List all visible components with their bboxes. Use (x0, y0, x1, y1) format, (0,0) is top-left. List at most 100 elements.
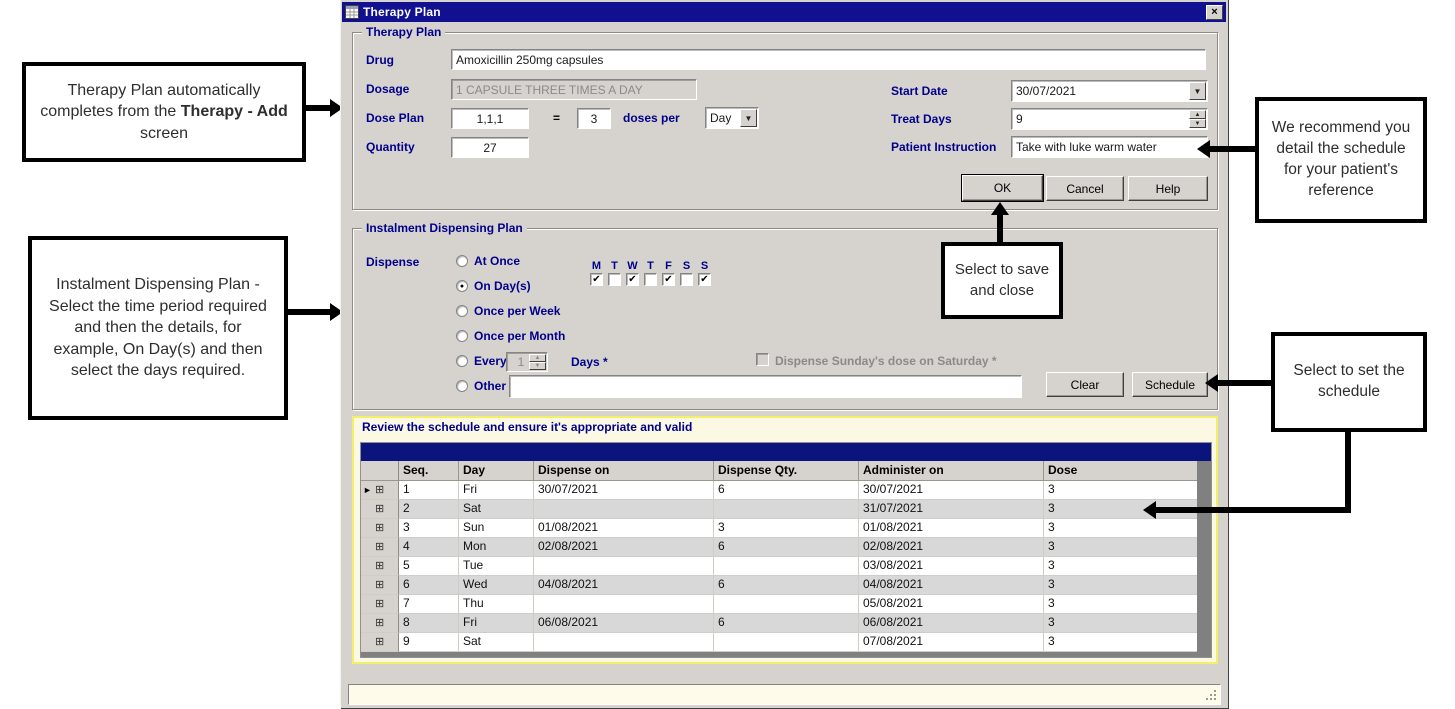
patient-instruction-field[interactable]: Take with luke warm water (1011, 136, 1208, 158)
cell-dispense-qty: 6 (714, 576, 859, 595)
quantity-field[interactable]: 27 (451, 137, 529, 158)
callout-patient-ref-text: We recommend you detail the schedule for… (1267, 118, 1415, 202)
row-selector[interactable]: ⊞ (361, 576, 399, 595)
day-letter: S (698, 260, 711, 272)
day-checkbox-wed[interactable]: ✔ (626, 273, 639, 286)
spin-up-icon: ▲ (529, 354, 546, 362)
expand-icon[interactable]: ⊞ (375, 561, 384, 572)
day-checkbox-sun[interactable]: ✔ (698, 273, 711, 286)
doses-per-label: doses per (623, 111, 680, 125)
day-letter: W (626, 260, 639, 272)
expand-icon[interactable]: ⊞ (375, 523, 384, 534)
cell-seq: 8 (399, 614, 459, 633)
table-row[interactable]: ⊞ 9 Sat 07/08/2021 3 (361, 633, 1197, 652)
day-letters-row: M T W T F S S (590, 260, 711, 272)
close-icon[interactable]: × (1206, 5, 1223, 20)
table-row[interactable]: ⊞ 2 Sat 31/07/2021 3 (361, 500, 1197, 519)
radio-other[interactable] (456, 380, 468, 392)
expand-icon[interactable]: ⊞ (375, 580, 384, 591)
spin-down-icon[interactable]: ▼ (1189, 119, 1206, 128)
other-field[interactable] (509, 375, 1022, 398)
row-selector[interactable]: ⊞ (361, 557, 399, 576)
expand-icon[interactable]: ⊞ (375, 599, 384, 610)
day-letter: F (662, 260, 675, 272)
row-selector[interactable]: ►⊞ (361, 481, 399, 500)
radio-once-per-week[interactable] (456, 305, 468, 317)
row-selector[interactable]: ⊞ (361, 595, 399, 614)
cell-dose: 3 (1044, 538, 1197, 557)
expand-icon[interactable]: ⊞ (375, 637, 384, 648)
expand-icon[interactable]: ⊞ (375, 485, 384, 496)
row-selector[interactable]: ⊞ (361, 614, 399, 633)
cell-day: Sat (459, 500, 534, 519)
day-checkbox-tue[interactable] (608, 273, 621, 286)
grid-header-dispense-qty[interactable]: Dispense Qty. (714, 461, 859, 481)
grid-header-dose[interactable]: Dose (1044, 461, 1197, 481)
resize-grip[interactable] (1205, 689, 1217, 701)
cell-dispense-on (534, 500, 714, 519)
expand-icon[interactable]: ⊞ (375, 504, 384, 515)
chevron-down-icon[interactable]: ▼ (740, 109, 757, 127)
schedule-button[interactable]: Schedule (1132, 372, 1208, 397)
ok-button[interactable]: OK (962, 175, 1043, 201)
row-selector[interactable]: ⊞ (361, 500, 399, 519)
drug-field[interactable]: Amoxicillin 250mg capsules (451, 49, 1206, 70)
clear-button[interactable]: Clear (1046, 372, 1124, 397)
radio-every[interactable] (456, 355, 468, 367)
table-row[interactable]: ⊞ 4 Mon 02/08/2021 6 02/08/2021 3 (361, 538, 1197, 557)
row-selector[interactable]: ⊞ (361, 519, 399, 538)
arrow-connector-line (1345, 432, 1351, 513)
cell-dose: 3 (1044, 481, 1197, 500)
table-row[interactable]: ⊞ 8 Fri 06/08/2021 6 06/08/2021 3 (361, 614, 1197, 633)
table-row[interactable]: ►⊞ 1 Fri 30/07/2021 6 30/07/2021 3 (361, 481, 1197, 500)
day-checkbox-mon[interactable]: ✔ (590, 273, 603, 286)
expand-icon[interactable]: ⊞ (375, 542, 384, 553)
grid-header-dispense-on[interactable]: Dispense on (534, 461, 714, 481)
table-row[interactable]: ⊞ 5 Tue 03/08/2021 3 (361, 557, 1197, 576)
cancel-button[interactable]: Cancel (1046, 176, 1124, 201)
titlebar[interactable]: Therapy Plan × (342, 2, 1226, 22)
arrow-line (997, 215, 1003, 243)
grid-header-day[interactable]: Day (459, 461, 534, 481)
cell-dispense-qty (714, 633, 859, 652)
sunday-dose-label: Dispense Sunday's dose on Saturday * (775, 354, 997, 368)
row-selector[interactable]: ⊞ (361, 538, 399, 557)
cell-day: Thu (459, 595, 534, 614)
doses-count-field[interactable]: 3 (577, 108, 611, 129)
table-row[interactable]: ⊞ 6 Wed 04/08/2021 6 04/08/2021 3 (361, 576, 1197, 595)
callout-instalment: Instalment Dispensing Plan - Select the … (28, 236, 288, 420)
table-row[interactable]: ⊞ 3 Sun 01/08/2021 3 01/08/2021 3 (361, 519, 1197, 538)
grid-caption-band (361, 443, 1211, 461)
chevron-down-icon[interactable]: ▼ (1189, 82, 1206, 100)
period-select[interactable]: Day ▼ (705, 107, 759, 129)
cell-seq: 1 (399, 481, 459, 500)
cell-seq: 2 (399, 500, 459, 519)
day-checkbox-thu[interactable] (644, 273, 657, 286)
cell-day: Mon (459, 538, 534, 557)
cell-dispense-on: 30/07/2021 (534, 481, 714, 500)
row-selector[interactable]: ⊞ (361, 633, 399, 652)
radio-at-once-label: At Once (474, 254, 520, 268)
expand-icon[interactable]: ⊞ (375, 618, 384, 629)
cell-day: Sun (459, 519, 534, 538)
grid-header-seq[interactable]: Seq. (399, 461, 459, 481)
table-row[interactable]: ⊞ 7 Thu 05/08/2021 3 (361, 595, 1197, 614)
treat-days-stepper[interactable]: 9 ▲▼ (1011, 108, 1208, 130)
every-days-value: 1 (518, 355, 525, 369)
grid-header-administer-on[interactable]: Administer on (859, 461, 1044, 481)
start-date-select[interactable]: 30/07/2021 ▼ (1011, 80, 1208, 102)
treat-days-label: Treat Days (891, 112, 952, 126)
day-checkbox-sat[interactable] (680, 273, 693, 286)
spin-down-icon: ▼ (529, 362, 546, 370)
start-date-value: 30/07/2021 (1016, 84, 1076, 98)
dosage-field: 1 CAPSULE THREE TIMES A DAY (451, 79, 697, 100)
radio-at-once[interactable] (456, 255, 468, 267)
cell-dispense-on: 02/08/2021 (534, 538, 714, 557)
app-icon (345, 5, 359, 19)
dose-plan-field[interactable]: 1,1,1 (451, 108, 529, 129)
help-button[interactable]: Help (1128, 176, 1208, 201)
radio-on-days[interactable]: ● (456, 280, 468, 292)
radio-once-per-month[interactable] (456, 330, 468, 342)
day-checkbox-fri[interactable]: ✔ (662, 273, 675, 286)
spin-up-icon[interactable]: ▲ (1189, 110, 1206, 119)
